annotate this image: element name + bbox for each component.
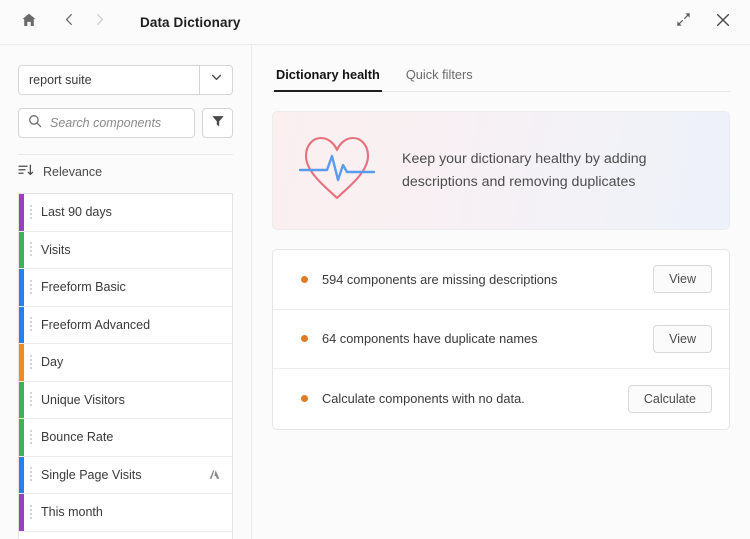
tab-bar: Dictionary health Quick filters — [272, 59, 730, 92]
list-item[interactable]: Last 90 days — [19, 194, 232, 232]
status-dot-icon — [301, 395, 308, 402]
list-item[interactable]: Day — [19, 344, 232, 382]
drag-handle-icon[interactable] — [24, 241, 38, 259]
health-check-row: Calculate components with no data.Calcul… — [273, 369, 729, 429]
list-item[interactable]: Freeform Advanced — [19, 307, 232, 345]
list-item[interactable]: Bounce Rate — [19, 419, 232, 457]
component-name: Visits — [41, 243, 232, 257]
main-panel: Dictionary health Quick filters Keep you… — [252, 45, 750, 539]
tab-quick-filters[interactable]: Quick filters — [404, 59, 475, 91]
component-name: Freeform Basic — [41, 280, 232, 294]
component-name: Day — [41, 355, 232, 369]
components-sidebar: report suite — [0, 45, 252, 539]
health-check-text: 64 components have duplicate names — [322, 331, 653, 346]
chevron-down-icon — [210, 71, 223, 89]
health-check-action-button[interactable]: View — [653, 265, 712, 293]
status-dot-icon — [301, 276, 308, 283]
minimize-button[interactable] — [668, 7, 698, 37]
chevron-right-icon — [93, 13, 106, 31]
drag-handle-icon[interactable] — [24, 316, 38, 334]
status-dot-icon — [301, 335, 308, 342]
component-name: Single Page Visits — [41, 468, 209, 482]
search-box[interactable] — [18, 108, 195, 138]
filter-button[interactable] — [202, 108, 233, 138]
component-name: Bounce Rate — [41, 430, 232, 444]
health-check-row: 64 components have duplicate namesView — [273, 310, 729, 370]
list-item[interactable]: Unique Visitors — [19, 382, 232, 420]
close-icon — [715, 12, 731, 33]
back-button[interactable] — [54, 7, 84, 37]
health-check-action-button[interactable]: View — [653, 325, 712, 353]
health-check-row: 594 components are missing descriptionsV… — [273, 250, 729, 310]
search-row — [18, 108, 233, 138]
close-button[interactable] — [708, 7, 738, 37]
list-item[interactable]: Single Page Visits — [19, 457, 232, 495]
health-check-text: 594 components are missing descriptions — [322, 272, 653, 287]
window-body: report suite — [0, 45, 750, 539]
chevron-left-icon — [63, 13, 76, 31]
banner-text: Keep your dictionary healthy by adding d… — [402, 148, 702, 194]
health-check-action-button[interactable]: Calculate — [628, 385, 712, 413]
health-checks-card: 594 components are missing descriptionsV… — [272, 249, 730, 430]
home-button[interactable] — [14, 7, 44, 37]
component-name: Unique Visitors — [41, 393, 232, 407]
tab-dictionary-health[interactable]: Dictionary health — [274, 59, 382, 91]
page-title: Data Dictionary — [140, 15, 241, 30]
window-titlebar: Data Dictionary — [0, 0, 750, 45]
filter-icon — [211, 114, 225, 133]
drag-handle-icon[interactable] — [24, 428, 38, 446]
search-icon — [28, 114, 42, 133]
health-check-text: Calculate components with no data. — [322, 391, 628, 406]
drag-handle-icon[interactable] — [24, 278, 38, 296]
component-name: Freeform Advanced — [41, 318, 232, 332]
drag-handle-icon[interactable] — [24, 503, 38, 521]
adobe-logo-icon — [209, 469, 220, 480]
components-list: Last 90 days Visits Freeform Basic Freeform… — [18, 193, 233, 539]
drag-handle-icon[interactable] — [24, 466, 38, 484]
component-name: Last 90 days — [41, 205, 232, 219]
list-item[interactable]: Visits — [19, 232, 232, 270]
report-suite-dropdown-button[interactable] — [199, 65, 233, 95]
report-suite-value[interactable]: report suite — [18, 65, 199, 95]
collapse-arrows-icon — [676, 12, 691, 32]
sort-label: Relevance — [43, 165, 102, 179]
heartbeat-icon — [298, 132, 376, 209]
drag-handle-icon[interactable] — [24, 203, 38, 221]
forward-button[interactable] — [84, 7, 114, 37]
dictionary-health-banner: Keep your dictionary healthy by adding d… — [272, 111, 730, 230]
component-name: This month — [41, 505, 232, 519]
home-icon — [21, 12, 37, 33]
drag-handle-icon[interactable] — [24, 391, 38, 409]
search-input[interactable] — [50, 116, 185, 130]
sort-control[interactable]: Relevance — [18, 155, 233, 189]
list-item[interactable]: Freeform Basic — [19, 269, 232, 307]
drag-handle-icon[interactable] — [24, 353, 38, 371]
report-suite-selector[interactable]: report suite — [18, 65, 233, 95]
sort-descending-icon — [18, 163, 34, 182]
list-item[interactable]: This month — [19, 494, 232, 532]
